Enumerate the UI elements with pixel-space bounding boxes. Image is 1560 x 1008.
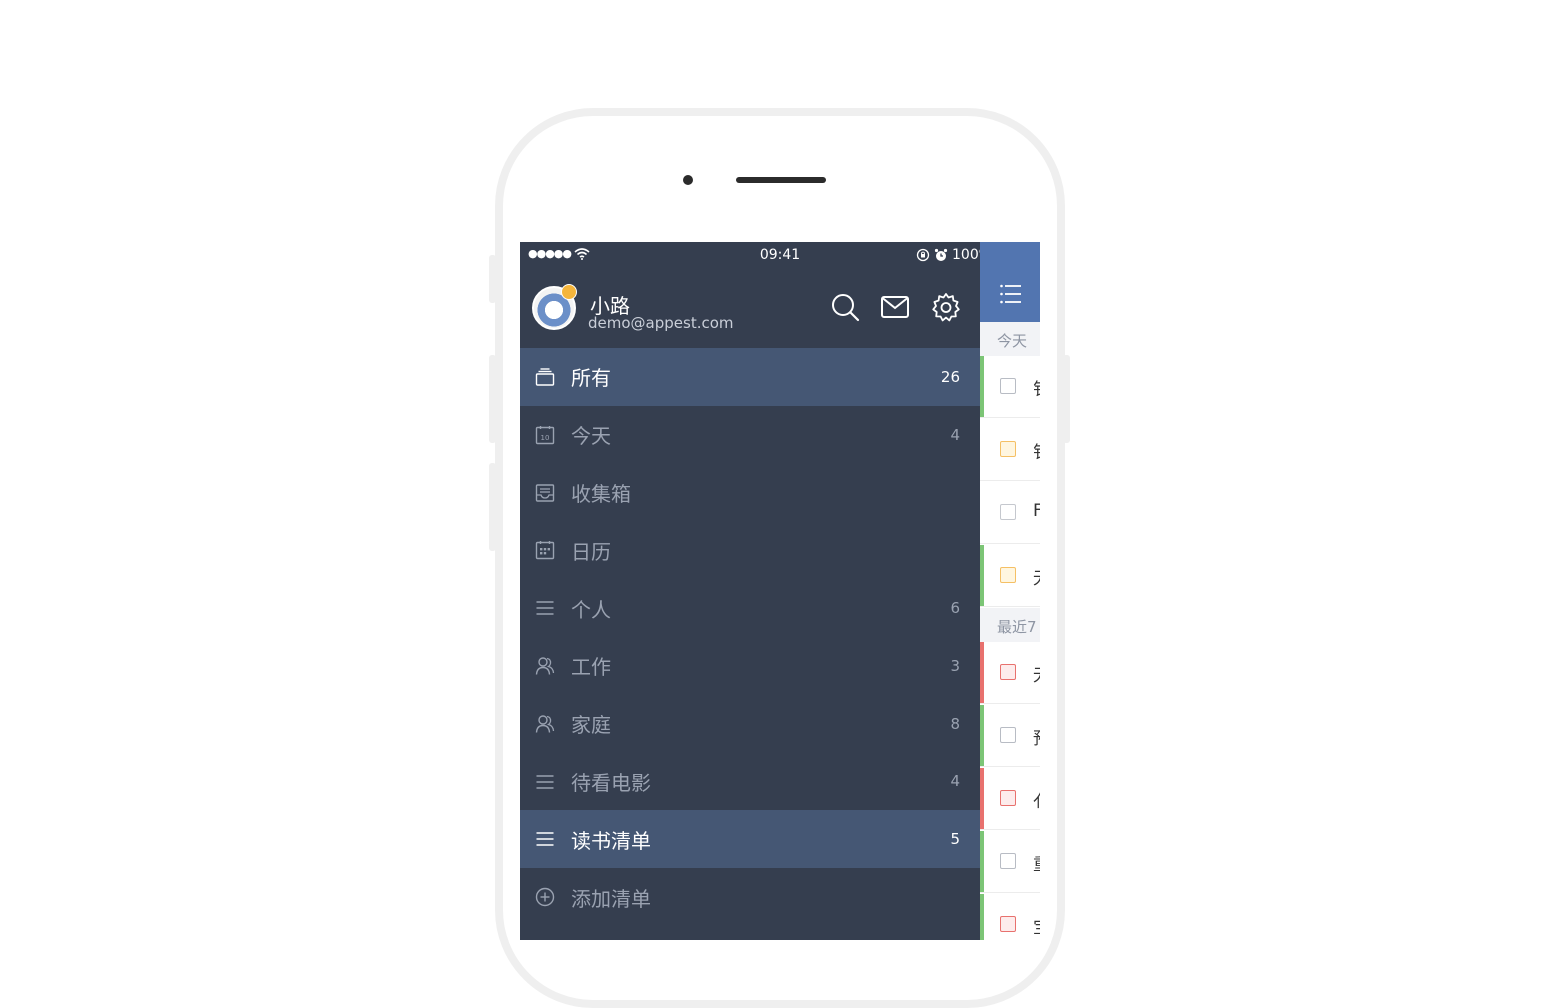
section-header-today: 今天	[980, 322, 1040, 356]
task-title: 预	[1033, 724, 1040, 749]
task-title: F	[1033, 501, 1040, 521]
menu-item-label: 工作	[571, 655, 611, 680]
list-icon	[536, 601, 554, 615]
task-row[interactable]: 无	[980, 642, 1040, 704]
task-checkbox[interactable]	[1000, 378, 1016, 394]
task-row[interactable]: 预	[980, 705, 1040, 767]
menu-item-add-list[interactable]: 添加清单	[520, 868, 980, 926]
task-panel-header	[980, 242, 1040, 322]
profile-header[interactable]: 小路 demo@appest.com	[520, 268, 980, 348]
menu-item-personal[interactable]: 个人 6	[520, 579, 980, 637]
section-header-next-7-days: 最近7	[980, 608, 1040, 642]
menu-item-inbox[interactable]: 收集箱	[520, 464, 980, 522]
list-color-bar	[980, 356, 984, 417]
menu-item-today[interactable]: 10 今天 4	[520, 406, 980, 464]
task-checkbox[interactable]	[1000, 567, 1016, 583]
task-row[interactable]: 重	[980, 831, 1040, 893]
user-email: demo@appest.com	[588, 314, 734, 332]
list-menu: 所有 26 10 今天 4 收集箱 日历 个人 6 工作 3 家庭 8 待看电影…	[520, 348, 980, 926]
menu-item-all[interactable]: 所有 26	[520, 348, 980, 406]
rotation-lock-icon	[916, 248, 930, 262]
menu-item-label: 家庭	[571, 713, 611, 738]
task-row[interactable]: 钅	[980, 419, 1040, 481]
list-color-bar	[980, 705, 984, 766]
menu-item-movies[interactable]: 待看电影 4	[520, 753, 980, 811]
task-checklist-icon[interactable]	[1000, 504, 1016, 520]
task-title: 钅	[1033, 375, 1040, 400]
calendar-day-icon: 10	[535, 425, 555, 444]
menu-item-label: 日历	[571, 539, 611, 564]
status-bar: ●●●●● 09:41 100%	[520, 242, 1026, 268]
task-checkbox[interactable]	[1000, 664, 1016, 680]
menu-item-work[interactable]: 工作 3	[520, 637, 980, 695]
calendar-grid-icon	[535, 541, 555, 560]
menu-item-calendar[interactable]: 日历	[520, 521, 980, 579]
task-list-panel[interactable]: 今天 钅 钅 F 无 最近7 无	[980, 242, 1040, 940]
menu-item-count: 3	[950, 656, 960, 675]
task-checkbox[interactable]	[1000, 853, 1016, 869]
menu-item-family[interactable]: 家庭 8	[520, 695, 980, 753]
mail-icon[interactable]	[880, 292, 910, 322]
task-title: 亻	[1033, 787, 1040, 812]
earpiece-speaker	[736, 177, 826, 183]
svg-text:10: 10	[541, 434, 550, 442]
menu-item-count: 8	[950, 714, 960, 733]
add-circle-icon	[535, 887, 555, 907]
task-checklist-icon[interactable]	[1000, 790, 1016, 806]
search-icon[interactable]	[830, 292, 860, 322]
menu-item-count: 4	[950, 772, 960, 791]
list-color-bar	[980, 894, 984, 940]
task-title: 钅	[1033, 438, 1040, 463]
list-icon	[536, 832, 554, 847]
list-color-bar	[980, 768, 984, 829]
task-row[interactable]: 亻	[980, 768, 1040, 830]
menu-item-label: 今天	[571, 424, 611, 449]
mute-switch	[489, 255, 496, 303]
menu-item-label: 待看电影	[571, 770, 651, 795]
shared-users-icon	[535, 657, 555, 675]
task-row[interactable]: 宝	[980, 894, 1040, 940]
shared-users-icon	[535, 715, 555, 733]
inbox-icon	[535, 483, 555, 502]
task-title: 宝	[1033, 913, 1040, 938]
menu-toggle-icon[interactable]	[999, 282, 1023, 306]
task-title: 无	[1033, 564, 1040, 589]
list-icon	[536, 774, 554, 789]
tray-stack-icon	[535, 368, 555, 386]
section-label: 最近7	[997, 618, 1037, 636]
task-checklist-icon[interactable]	[1000, 441, 1016, 457]
list-color-bar	[980, 642, 984, 703]
menu-item-label: 读书清单	[571, 828, 651, 853]
volume-up-button	[489, 355, 496, 443]
task-title: 重	[1033, 850, 1040, 875]
menu-item-reading-list[interactable]: 读书清单 5	[520, 810, 980, 869]
section-label: 今天	[997, 332, 1028, 350]
menu-item-label: 收集箱	[571, 481, 631, 506]
list-color-bar	[980, 545, 984, 606]
task-title: 无	[1033, 661, 1040, 686]
task-row[interactable]: F	[980, 482, 1040, 544]
menu-item-label: 添加清单	[571, 886, 651, 911]
task-checkbox[interactable]	[1000, 727, 1016, 743]
list-color-bar	[980, 831, 984, 892]
task-row[interactable]: 无	[980, 545, 1040, 607]
menu-item-count: 5	[950, 830, 960, 849]
task-row[interactable]: 钅	[980, 356, 1040, 418]
premium-badge-icon	[561, 284, 577, 300]
menu-item-count: 26	[940, 367, 960, 386]
app-screen: ●●●●● 09:41 100% 小路 demo@appest.com 所有 2…	[520, 242, 1040, 940]
menu-item-count: 4	[950, 425, 960, 444]
menu-item-count: 6	[950, 599, 960, 618]
menu-item-label: 个人	[571, 597, 611, 622]
gear-icon[interactable]	[931, 292, 961, 322]
alarm-icon	[934, 248, 948, 261]
menu-item-label: 所有	[571, 366, 611, 391]
power-button	[1063, 355, 1070, 443]
task-checkbox[interactable]	[1000, 916, 1016, 932]
volume-down-button	[489, 463, 496, 551]
front-camera	[683, 175, 693, 185]
